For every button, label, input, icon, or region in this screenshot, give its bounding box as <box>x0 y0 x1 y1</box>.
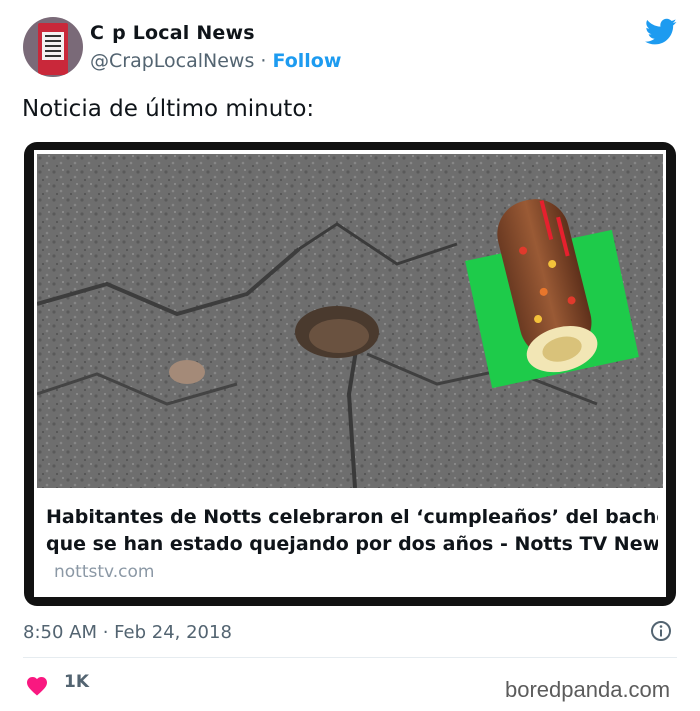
account-handle[interactable]: @CrapLocalNews <box>90 50 254 72</box>
avatar[interactable] <box>23 17 83 77</box>
divider <box>23 657 677 658</box>
tweet-timestamp[interactable]: 8:50 AM · Feb 24, 2018 <box>23 622 232 643</box>
follow-button[interactable]: Follow <box>273 50 342 72</box>
twitter-bird-icon[interactable] <box>645 18 677 46</box>
card-title-line-2: que se han estado quejando por dos años … <box>46 533 658 555</box>
card-title[interactable]: Habitantes de Notts celebraron el ‘cumpl… <box>46 504 658 558</box>
watermark: boredpanda.com <box>505 677 671 702</box>
pothole-birthday-cake-photo <box>37 154 663 488</box>
separator-dot: · <box>260 50 267 72</box>
heart-icon[interactable] <box>25 674 49 696</box>
like-count[interactable]: 1K <box>64 672 89 692</box>
card-domain: nottstv.com <box>54 562 155 582</box>
info-icon[interactable] <box>650 620 672 642</box>
protest-sign-icon <box>38 23 68 75</box>
link-card[interactable]: Habitantes de Notts celebraron el ‘cumpl… <box>24 142 676 606</box>
tweet-text: Noticia de último minuto: <box>22 96 315 122</box>
handle-row: @CrapLocalNews · Follow <box>90 50 341 72</box>
account-display-name[interactable]: C p Local News <box>90 22 255 44</box>
card-title-line-1: Habitantes de Notts celebraron el ‘cumpl… <box>46 506 658 528</box>
